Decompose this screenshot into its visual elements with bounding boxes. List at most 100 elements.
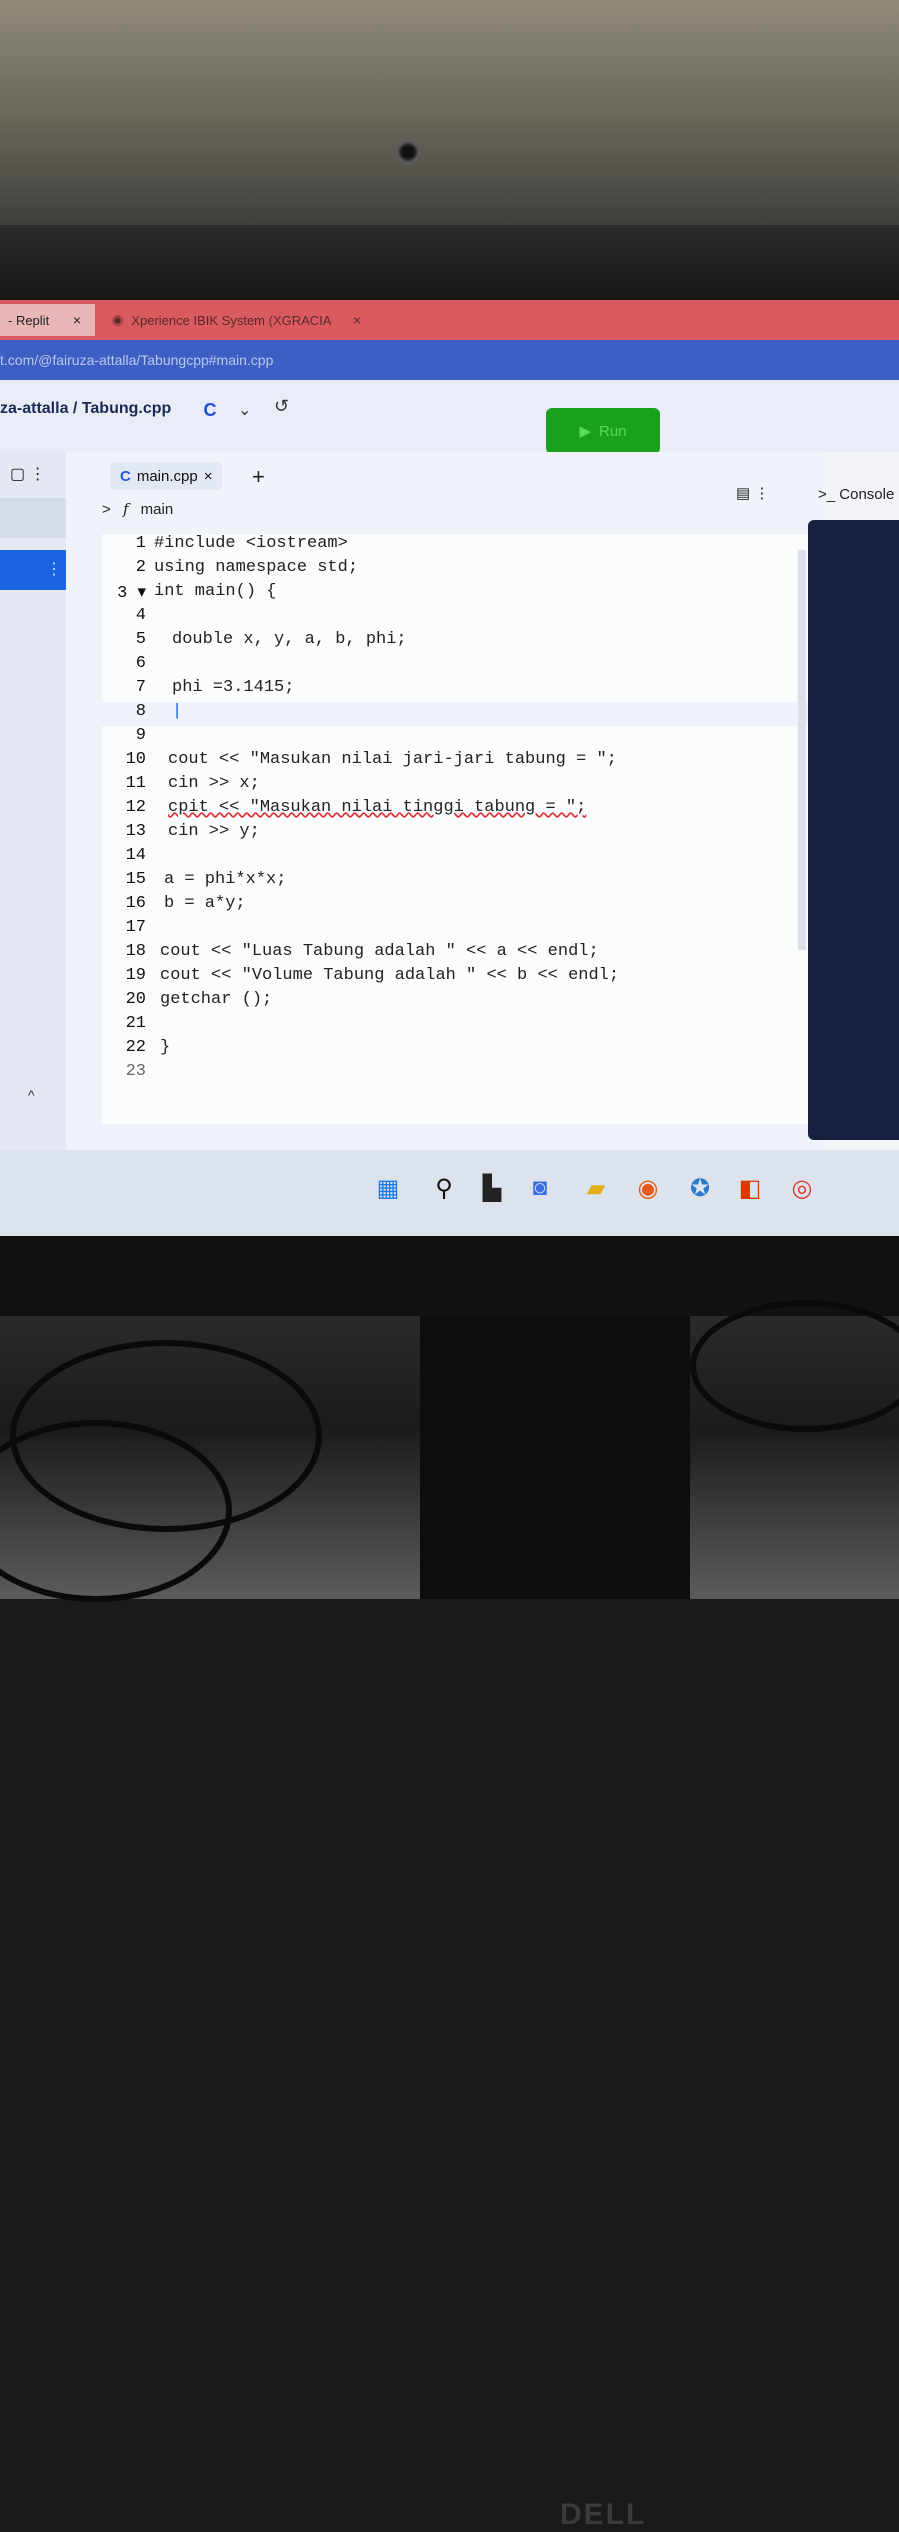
sidebar-item[interactable] — [0, 498, 72, 538]
line-text: cin >> y; — [168, 822, 260, 841]
line-number: 23 — [125, 1062, 146, 1081]
cpp-file-icon: C — [120, 467, 131, 485]
text-cursor: | — [172, 702, 183, 721]
line-text: cout << "Masukan nilai jari-jari tabung … — [168, 750, 617, 769]
tab-console[interactable]: >_ Console — [818, 486, 894, 503]
line-text: cout << "Volume Tabung adalah " << b << … — [160, 966, 620, 985]
line-number: 21 — [125, 1014, 146, 1033]
line-number: 1 — [135, 534, 146, 553]
app-icon[interactable]: ✪ — [684, 1172, 716, 1204]
line-number: 9 — [135, 726, 146, 745]
line-text: getchar (); — [160, 990, 273, 1009]
code-line: 7 phi =3.1415; — [102, 678, 812, 702]
close-icon[interactable]: × — [353, 312, 361, 328]
line-number: 7 — [135, 678, 146, 697]
code-line: 14 — [102, 846, 812, 870]
url-bar[interactable]: t.com/@fairuza-attalla/Tabungcpp#main.cp… — [0, 340, 899, 380]
line-text: #include <iostream> — [154, 534, 348, 553]
firefox-icon[interactable]: ◉ — [632, 1172, 664, 1204]
line-number: 8 — [135, 702, 146, 721]
widgets-icon[interactable]: ▙ — [476, 1172, 508, 1204]
line-text-error: cpit << "Masukan nilai tinggi tabung = "… — [168, 798, 587, 817]
code-line: 1 #include <iostream> — [102, 534, 812, 558]
close-icon[interactable]: × — [73, 312, 81, 328]
line-number: 13 — [125, 822, 146, 841]
tab-replit[interactable]: - Replit × — [0, 304, 95, 336]
run-label: Run — [599, 422, 627, 440]
background-wall — [0, 0, 899, 240]
line-number: 6 — [135, 654, 146, 673]
console-panel[interactable] — [808, 520, 899, 1140]
monitor-stand — [420, 1316, 690, 1599]
windows-taskbar: ▦ ⚲ ▙ ◙ ▰ ◉ ✪ ◧ ◎ — [0, 1150, 899, 1236]
sidebar-item-selected[interactable]: ⋮ — [0, 550, 70, 590]
code-line: 22} — [102, 1038, 812, 1062]
chevron-up-icon[interactable]: ^ — [28, 1087, 35, 1103]
history-icon[interactable]: ↺ — [274, 396, 289, 417]
office-icon[interactable]: ◧ — [734, 1172, 766, 1204]
tab-main-cpp[interactable]: C main.cpp × — [110, 462, 223, 490]
tab-label: - Replit — [8, 312, 50, 328]
function-icon: f — [122, 500, 129, 518]
code-line: 17 — [102, 918, 812, 942]
code-line-active: 8 | — [102, 702, 812, 726]
code-line: 15 a = phi*x*x; — [102, 870, 812, 894]
code-line: 6 — [102, 654, 812, 678]
add-file-icon[interactable]: ▢ ⋮ — [10, 464, 46, 484]
code-line: 3 ▾ int main() { — [102, 582, 812, 606]
tab-label: Xperience IBIK System (XGRACIA — [131, 312, 332, 328]
line-number: 18 — [125, 942, 146, 961]
editor-menu-icon[interactable]: ▤ ⋮ — [736, 484, 769, 502]
close-icon[interactable]: × — [204, 468, 213, 485]
line-text: double x, y, a, b, phi; — [172, 630, 407, 649]
line-number: 22 — [125, 1038, 146, 1057]
code-line: 9 — [102, 726, 812, 750]
line-number: 10 — [125, 750, 146, 769]
line-number: 20 — [125, 990, 146, 1009]
file-explorer-icon[interactable]: ▰ — [580, 1172, 612, 1204]
line-number: 15 — [125, 870, 146, 889]
line-number: 14 — [125, 846, 146, 865]
code-line: 21 — [102, 1014, 812, 1038]
play-icon: ▶ — [579, 423, 591, 440]
line-number: 5 — [135, 630, 146, 649]
code-line: 16 b = a*y; — [102, 894, 812, 918]
editor-scrollbar[interactable] — [798, 550, 806, 950]
line-text: } — [160, 1038, 171, 1057]
browser-tabbar: - Replit × ◉ Xperience IBIK System (XGRA… — [0, 300, 899, 340]
code-line: 19 cout << "Volume Tabung adalah " << b <… — [102, 966, 812, 990]
chevron-down-icon[interactable]: ⌄ — [238, 400, 251, 420]
project-breadcrumb[interactable]: za-attalla / Tabung.cpp — [0, 400, 171, 418]
line-text: a = phi*x*x; — [164, 870, 287, 889]
line-text: phi =3.1415; — [172, 678, 295, 697]
line-number: 3 ▾ — [117, 584, 146, 603]
chat-icon[interactable]: ◙ — [524, 1172, 556, 1204]
line-number: 4 — [135, 606, 146, 625]
code-editor-pane: C main.cpp × + > f main 1 #include <iostr… — [66, 452, 826, 1152]
line-text: cout << "Luas Tabung adalah " << a << en… — [160, 942, 599, 961]
code-line: 20 getchar (); — [102, 990, 812, 1014]
symbol-breadcrumb[interactable]: > f main — [102, 500, 173, 518]
code-line: 2 using namespace std; — [102, 558, 812, 582]
tab-xperience[interactable]: ◉ Xperience IBIK System (XGRACIA × — [100, 304, 375, 336]
add-tab-button[interactable]: + — [252, 464, 265, 490]
line-text: cin >> x; — [168, 774, 260, 793]
code-line: 23 — [102, 1062, 812, 1086]
line-number: 2 — [135, 558, 146, 577]
windows-start-icon[interactable]: ▦ — [372, 1172, 404, 1204]
file-tab-label: main.cpp — [136, 467, 198, 485]
run-button[interactable]: ▶ Run — [546, 408, 660, 454]
line-text: b = a*y; — [164, 894, 246, 913]
code-line: 11 cin >> x; — [102, 774, 812, 798]
code-line: 18 cout << "Luas Tabung adalah " << a << … — [102, 942, 812, 966]
line-number: 16 — [125, 894, 146, 913]
line-text: using namespace std; — [154, 558, 359, 577]
search-icon[interactable]: ⚲ — [428, 1172, 460, 1204]
code-area[interactable]: 1 #include <iostream> 2 using namespace st… — [102, 534, 812, 1124]
code-line: 12 cpit << "Masukan nilai tinggi tabung =… — [102, 798, 812, 822]
chevron-right-icon: > — [102, 501, 111, 518]
cpp-language-icon: C — [203, 400, 217, 420]
line-number: 17 — [125, 918, 146, 937]
chrome-icon[interactable]: ◎ — [786, 1172, 818, 1204]
globe-icon: ◉ — [112, 312, 124, 327]
